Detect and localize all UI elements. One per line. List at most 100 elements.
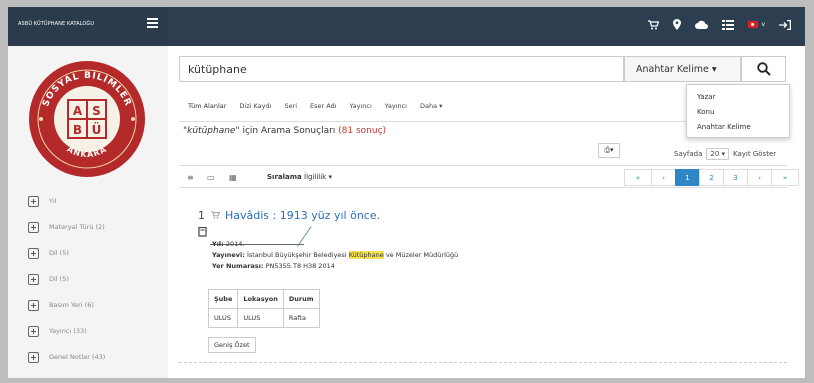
dropdown-option-subject[interactable]: Konu xyxy=(697,105,789,120)
facet-label[interactable]: Genel Notlar (43) xyxy=(49,353,105,361)
plus-icon[interactable] xyxy=(28,273,39,285)
per-page-select[interactable]: 20 ▾ xyxy=(706,148,730,160)
plus-icon[interactable] xyxy=(28,247,39,259)
record-title-row: 1 Havâdis : 1913 yüz yıl önce. xyxy=(198,209,380,222)
tab-series-record[interactable]: Dizi Kaydı xyxy=(239,102,271,110)
facet-publication-place[interactable]: Basım Yeri (6) xyxy=(28,299,105,311)
language-selector[interactable]: v xyxy=(748,21,765,28)
plus-icon[interactable] xyxy=(28,195,39,207)
sort-control[interactable]: Sıralama İlgililik ▾ xyxy=(267,173,332,181)
plus-icon[interactable] xyxy=(28,221,39,233)
facet-label[interactable]: Dil (5) xyxy=(49,249,69,257)
facet-publisher[interactable]: Yayıncı (33) xyxy=(28,325,105,337)
list-icon[interactable] xyxy=(722,19,735,30)
tab-publisher[interactable]: Yayıncı xyxy=(350,102,372,110)
facet-label[interactable]: Basım Yeri (6) xyxy=(49,301,94,309)
university-logo: SOSYAL BİLİMLER ANKARA A S B Ü xyxy=(29,61,145,177)
search-type-label[interactable]: Anahtar Kelime ▾ xyxy=(636,64,717,75)
meta-year: Yıl: 2014. xyxy=(212,240,245,248)
page-first[interactable]: « xyxy=(624,169,652,186)
page-3[interactable]: 3 xyxy=(723,169,748,186)
sort-label: Sıralama xyxy=(267,173,302,181)
search-button[interactable] xyxy=(741,56,786,82)
table-cell: Rafta xyxy=(282,308,320,328)
results-title-text: için Arama Sonuçları xyxy=(239,126,339,136)
dropdown-option-keyword[interactable]: Anahtar Kelime xyxy=(697,120,789,135)
top-icons: v xyxy=(634,19,791,30)
per-page-suffix: Kayıt Göster xyxy=(733,150,777,158)
tab-publisher-2[interactable]: Yayıncı xyxy=(385,102,407,110)
page-last[interactable]: » xyxy=(771,169,799,186)
facet-label[interactable]: Dil (5) xyxy=(49,275,69,283)
record-number: 1 xyxy=(198,209,205,222)
tab-title[interactable]: Eser Adı xyxy=(310,102,337,110)
pagination: « ‹ 1 2 3 › » xyxy=(624,169,799,186)
highlighted-term: Kütüphane xyxy=(348,251,384,259)
svg-text:B: B xyxy=(73,123,82,137)
facet-material-type[interactable]: Materyal Türü (2) xyxy=(28,221,105,233)
table-header: Şube xyxy=(207,289,239,309)
search-input[interactable]: kütüphane xyxy=(179,56,624,82)
sign-in-icon[interactable] xyxy=(779,19,791,30)
map-pin-icon[interactable] xyxy=(673,19,682,30)
per-page-control: Sayfada 20 ▾ Kayıt Göster xyxy=(674,148,776,160)
results-count: (81 sonuç) xyxy=(338,126,387,136)
facet-language-2[interactable]: Dil (5) xyxy=(28,273,105,285)
facet-language[interactable]: Dil (5) xyxy=(28,247,105,259)
search-field-tabs: Tüm Alanlar Dizi Kaydı Seri Eser Adı Yay… xyxy=(188,102,455,110)
results-toolbar: ≡ ▭ ▦ Sıralama İlgililik ▾ « ‹ 1 2 3 › » xyxy=(179,165,799,188)
tab-series[interactable]: Seri xyxy=(284,102,297,110)
add-to-cart-icon[interactable] xyxy=(211,209,221,222)
sidebar: SOSYAL BİLİMLER ANKARA A S B Ü Yıl Mater… xyxy=(8,46,168,378)
meta-call-number: Yer Numarası: PN5355.T8 H38 2014 xyxy=(212,262,335,270)
tab-all-fields[interactable]: Tüm Alanlar xyxy=(188,102,226,110)
plus-icon[interactable] xyxy=(28,351,39,363)
record-separator xyxy=(179,362,787,363)
flag-tr-icon xyxy=(748,21,759,28)
list-view-icon[interactable]: ≡ xyxy=(187,173,194,182)
facet-list: Yıl Materyal Türü (2) Dil (5) Dil (5) Ba… xyxy=(28,195,105,378)
book-icon xyxy=(198,226,207,239)
table-cell: ULUS xyxy=(207,308,239,328)
page-2[interactable]: 2 xyxy=(699,169,724,186)
table-cell: ULUS xyxy=(237,308,284,328)
record-meta: Yıl: 2014. Yayınevi: İstanbul Büyükşehir… xyxy=(212,239,458,272)
svg-text:Ü: Ü xyxy=(92,122,102,137)
facet-label[interactable]: Materyal Türü (2) xyxy=(49,223,105,231)
meta-publisher: Yayınevi: İstanbul Büyükşehir Belediyesi… xyxy=(212,251,459,259)
chevron-down-icon: v xyxy=(761,21,765,28)
table-header: Durum xyxy=(282,289,320,309)
print-button[interactable]: ⎙▾ xyxy=(598,143,620,158)
brand-title[interactable]: ASBÜ KÜTÜPHANE KATALOĞU xyxy=(18,21,94,27)
browser-frame: ASBÜ KÜTÜPHANE KATALOĞU v SOSYAL BİLİMLE… xyxy=(8,7,805,378)
facet-label[interactable]: Yayıncı (33) xyxy=(49,327,87,335)
cloud-icon[interactable] xyxy=(695,20,709,29)
facet-label[interactable]: Yıl xyxy=(49,197,57,205)
facet-year[interactable]: Yıl xyxy=(28,195,105,207)
search-icon xyxy=(756,62,771,76)
dropdown-option-author[interactable]: Yazar xyxy=(697,90,789,105)
table-row: ULUS ULUS Rafta xyxy=(207,308,320,328)
tab-more[interactable]: Daha ▾ xyxy=(420,102,442,110)
detail-view-icon[interactable]: ▭ xyxy=(207,173,215,182)
summary-button[interactable]: Geniş Özet xyxy=(208,337,256,353)
plus-icon[interactable] xyxy=(28,299,39,311)
cart-icon[interactable] xyxy=(648,19,660,30)
page-1[interactable]: 1 xyxy=(675,169,700,186)
record-title-link[interactable]: Havâdis : 1913 yüz yıl önce. xyxy=(225,209,380,222)
grid-view-icon[interactable]: ▦ xyxy=(229,173,237,182)
results-heading: "kütüphane" için Arama Sonuçları (81 son… xyxy=(183,126,386,136)
holdings-table: Şube Lokasyon Durum ULUS ULUS Rafta xyxy=(207,289,320,328)
search-type-select[interactable]: Anahtar Kelime ▾ xyxy=(624,56,741,82)
facet-general-notes[interactable]: Genel Notlar (43) xyxy=(28,351,105,363)
search-query[interactable]: kütüphane xyxy=(188,63,247,76)
table-header: Lokasyon xyxy=(237,289,284,309)
search-type-dropdown: Yazar Konu Anahtar Kelime xyxy=(686,84,790,138)
sort-value[interactable]: İlgililik ▾ xyxy=(304,173,332,181)
page-next[interactable]: › xyxy=(747,169,772,186)
results-query: "kütüphane" xyxy=(183,126,240,136)
page-prev[interactable]: ‹ xyxy=(651,169,676,186)
plus-icon[interactable] xyxy=(28,325,39,337)
hamburger-menu-icon[interactable] xyxy=(147,18,158,28)
svg-text:A: A xyxy=(73,104,83,118)
